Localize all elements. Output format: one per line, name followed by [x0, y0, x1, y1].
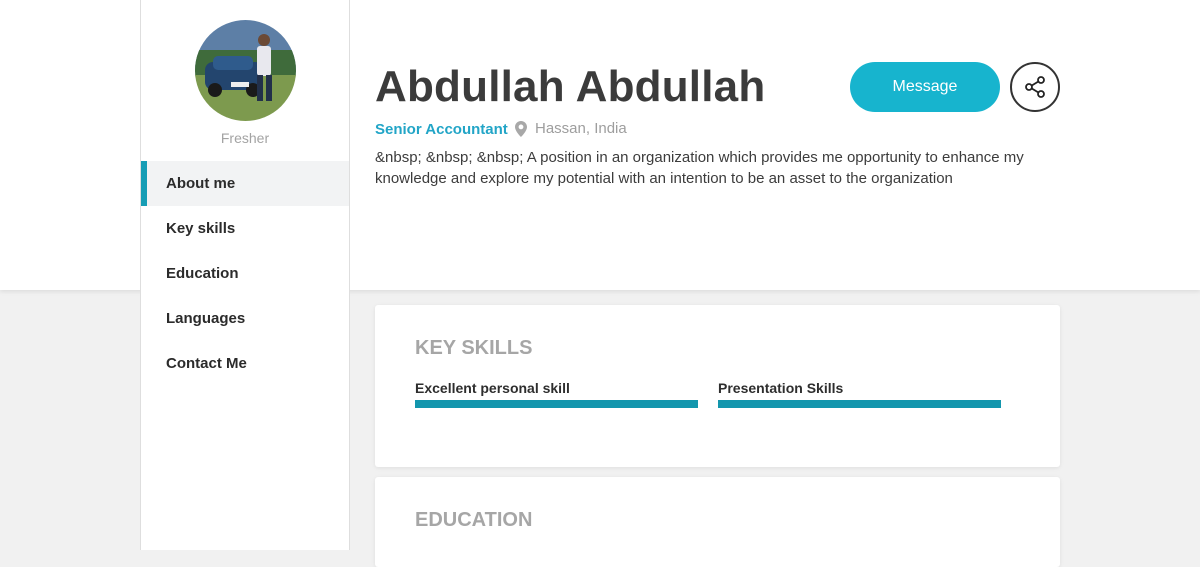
skill-bar	[415, 400, 698, 408]
key-skills-card: KEY SKILLS Excellent personal skill Pres…	[375, 305, 1060, 467]
profile-name: Abdullah Abdullah	[375, 62, 766, 111]
avatar	[195, 20, 296, 121]
share-button[interactable]	[1010, 62, 1060, 112]
profile-location: Hassan, India	[515, 120, 627, 137]
skill-bar-fill	[718, 400, 1001, 408]
profile-role: Senior Accountant	[375, 121, 508, 138]
nav-item-contact-me[interactable]: Contact Me	[141, 341, 349, 386]
about-text: &nbsp; &nbsp; &nbsp; A position in an or…	[375, 149, 1024, 187]
key-skills-title: KEY SKILLS	[415, 337, 533, 359]
nav-item-education[interactable]: Education	[141, 251, 349, 296]
message-button[interactable]: Message	[850, 62, 1000, 112]
skill-name: Excellent personal skill	[415, 380, 570, 396]
share-icon	[1025, 76, 1045, 98]
profile-sidebar: Fresher About me Key skills Education La…	[140, 0, 350, 550]
education-title: EDUCATION	[415, 509, 533, 531]
nav-item-key-skills[interactable]: Key skills	[141, 206, 349, 251]
skill-bar-fill	[415, 400, 698, 408]
sidebar-nav: About me Key skills Education Languages …	[141, 161, 349, 386]
education-card: EDUCATION	[375, 477, 1060, 567]
avatar-photo	[195, 20, 296, 121]
nav-item-about-me[interactable]: About me	[141, 161, 349, 206]
skill-item: Excellent personal skill	[415, 380, 698, 408]
skill-item: Presentation Skills	[718, 380, 1001, 408]
nav-item-languages[interactable]: Languages	[141, 296, 349, 341]
location-text: Hassan, India	[535, 120, 627, 137]
location-pin-icon	[515, 120, 527, 137]
skill-name: Presentation Skills	[718, 380, 844, 396]
skill-bar	[718, 400, 1001, 408]
status-label: Fresher	[220, 130, 270, 146]
